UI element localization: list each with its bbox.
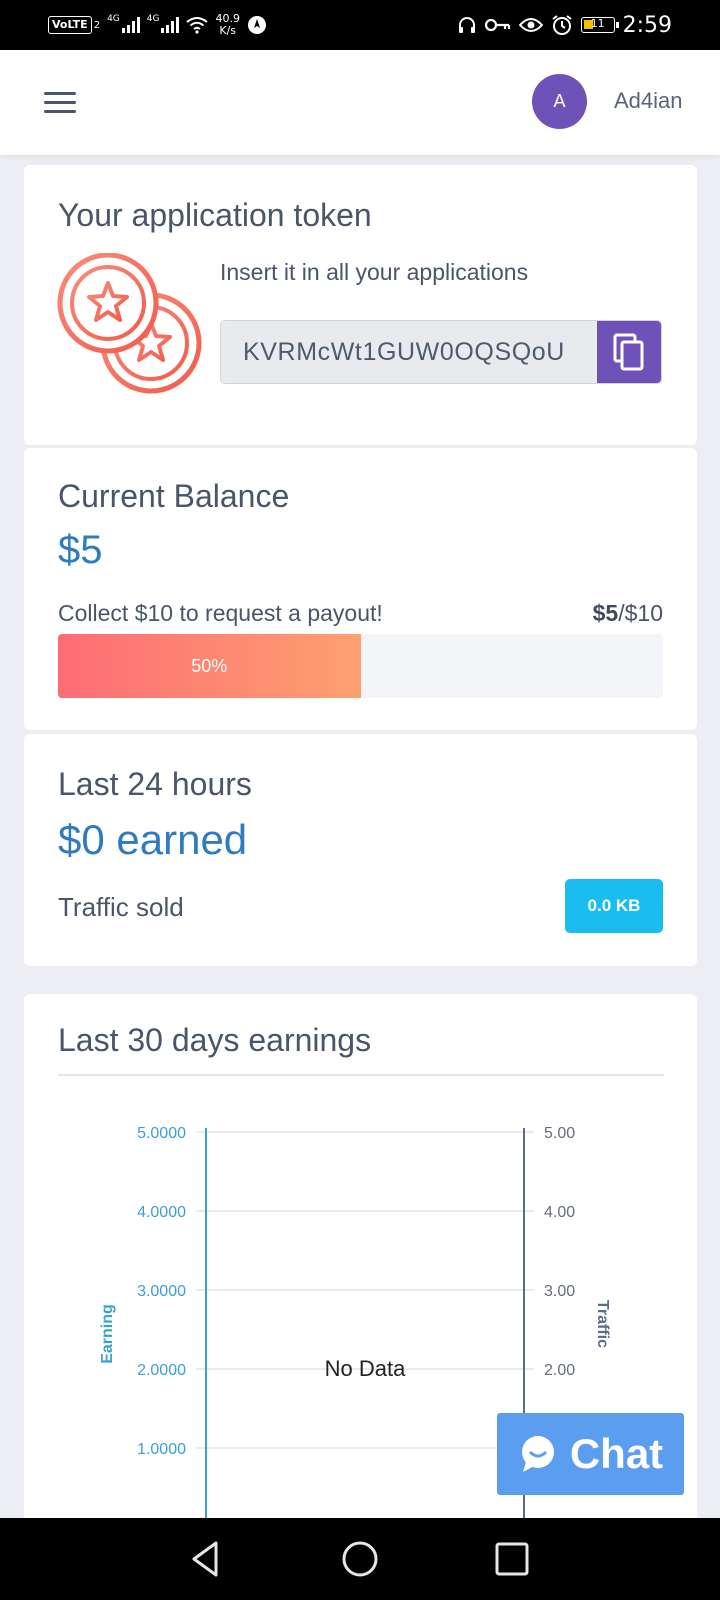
notification-icon — [247, 16, 266, 34]
token-card-title: Your application token — [58, 197, 372, 233]
token-card: Your application token Insert it in all … — [24, 165, 697, 445]
sim-slot: 2 — [93, 19, 101, 31]
y-left-tick-label: 1.0000 — [137, 1441, 186, 1458]
payout-progress: 50% — [58, 634, 663, 698]
signal-icon — [121, 17, 140, 33]
app-header: A Ad4ian — [0, 50, 720, 155]
clock: 2:59 — [622, 12, 672, 38]
token-input[interactable] — [221, 321, 597, 383]
back-icon[interactable] — [184, 1538, 226, 1580]
recents-icon[interactable] — [491, 1538, 533, 1580]
status-right: 11 2:59 — [457, 10, 672, 40]
y-left-tick-label: 4.0000 — [137, 1204, 186, 1221]
traffic-badge: 0.0 KB — [565, 879, 663, 933]
no-data-label: No Data — [325, 1356, 406, 1381]
y-right-tick-label: 2.00 — [544, 1362, 575, 1379]
volte-icon: VoLTE — [48, 16, 92, 34]
network-type-1: 4G — [107, 14, 120, 24]
traffic-label: Traffic sold — [58, 892, 184, 922]
balance-amount: $5 — [58, 528, 103, 572]
chat-button[interactable]: Chat — [497, 1413, 684, 1495]
last-24h-title: Last 24 hours — [58, 766, 252, 802]
payout-hint: Collect $10 to request a payout! — [58, 600, 383, 626]
network-type-2: 4G — [146, 14, 160, 24]
net-speed: 40.9 K/s — [215, 12, 240, 37]
y-right-tick-label: 5.00 — [544, 1125, 575, 1142]
home-icon[interactable] — [339, 1538, 381, 1580]
y-left-tick-label: 3.0000 — [137, 1283, 186, 1300]
y-left-tick-label: 5.0000 — [137, 1125, 186, 1142]
progress-fill: 50% — [58, 634, 361, 698]
system-nav-bar — [0, 1518, 720, 1600]
y-right-axis-label: Traffic — [594, 1300, 611, 1348]
chat-label: Chat — [569, 1430, 664, 1477]
balance-title: Current Balance — [58, 478, 290, 514]
vpn-key-icon — [484, 18, 510, 32]
copy-button[interactable] — [597, 321, 661, 383]
balance-card: Current Balance $5 Collect $10 to reques… — [24, 448, 697, 730]
menu-icon[interactable] — [44, 92, 76, 114]
signal-icon — [161, 17, 180, 33]
headset-icon — [458, 17, 475, 33]
wifi-icon — [186, 17, 209, 34]
eye-icon — [518, 18, 543, 32]
token-instruction: Insert it in all your applications — [220, 259, 529, 285]
avatar[interactable]: A — [532, 74, 587, 129]
alarm-icon — [551, 15, 572, 35]
copy-icon — [613, 333, 644, 371]
status-bar: VoLTE 2 4G 4G 40.9 K/s 11 2:59 — [0, 0, 720, 50]
last-24h-card: Last 24 hours $0 earned Traffic sold 0.0… — [24, 734, 697, 966]
battery-icon: 11 — [580, 17, 619, 33]
coins-icon — [57, 253, 202, 394]
y-left-tick-label: 2.0000 — [137, 1362, 186, 1379]
y-right-tick-label: 4.00 — [544, 1204, 575, 1221]
payout-ratio: $5/$10 — [592, 600, 663, 626]
y-right-tick-label: 3.00 — [544, 1283, 575, 1300]
earned-amount: $0 earned — [58, 816, 248, 863]
y-left-axis-label: Earning — [99, 1304, 116, 1364]
username[interactable]: Ad4ian — [614, 88, 683, 114]
status-left: VoLTE 2 4G 4G 40.9 K/s — [48, 10, 267, 40]
token-field-group — [220, 320, 662, 384]
chat-bubble-icon — [521, 1436, 554, 1472]
